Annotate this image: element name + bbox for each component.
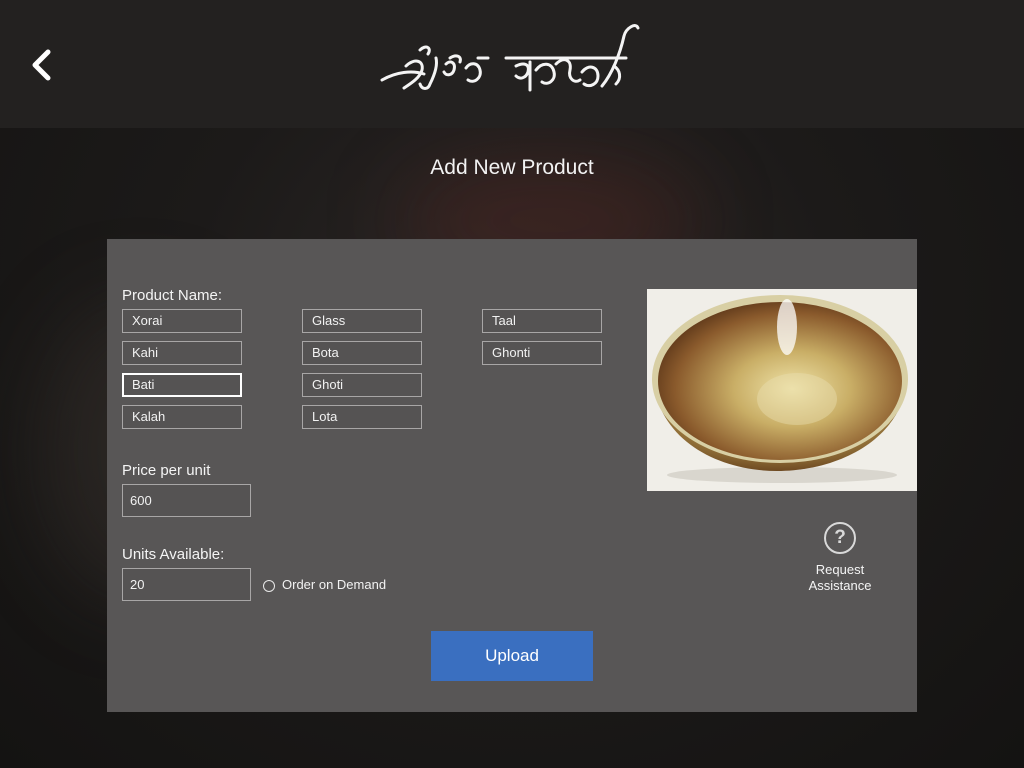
product-option-taal[interactable]: Taal [482, 309, 602, 333]
product-option-kalah[interactable]: Kalah [122, 405, 242, 429]
product-option-ghoti[interactable]: Ghoti [302, 373, 422, 397]
product-option-bota[interactable]: Bota [302, 341, 422, 365]
page-title: Add New Product [430, 156, 594, 179]
chevron-left-icon [32, 49, 51, 81]
product-option-glass[interactable]: Glass [302, 309, 422, 333]
product-option-lota[interactable]: Lota [302, 405, 422, 429]
product-option-bati[interactable]: Bati [122, 373, 242, 397]
header-bar [0, 0, 1024, 128]
bowl-image [647, 289, 917, 491]
upload-button[interactable]: Upload [431, 631, 593, 681]
product-name-label: Product Name: [122, 287, 223, 304]
assistance-label-line2: Assistance [808, 578, 872, 593]
product-option-ghonti[interactable]: Ghonti [482, 341, 602, 365]
app-logo [380, 24, 640, 92]
order-on-demand-label[interactable]: Order on Demand [282, 577, 386, 592]
request-assistance-button[interactable]: ? Request Assistance [795, 522, 885, 594]
assistance-label-line1: Request [815, 562, 865, 577]
back-button[interactable] [26, 46, 60, 84]
product-option-kahi[interactable]: Kahi [122, 341, 242, 365]
price-label: Price per unit [122, 462, 211, 479]
price-input[interactable]: 600 [122, 484, 251, 517]
units-label: Units Available: [122, 546, 225, 563]
order-on-demand-radio[interactable] [263, 580, 275, 592]
product-image [647, 289, 917, 491]
units-input[interactable]: 20 [122, 568, 251, 601]
product-option-xorai[interactable]: Xorai [122, 309, 242, 333]
question-circle-icon: ? [824, 522, 856, 554]
